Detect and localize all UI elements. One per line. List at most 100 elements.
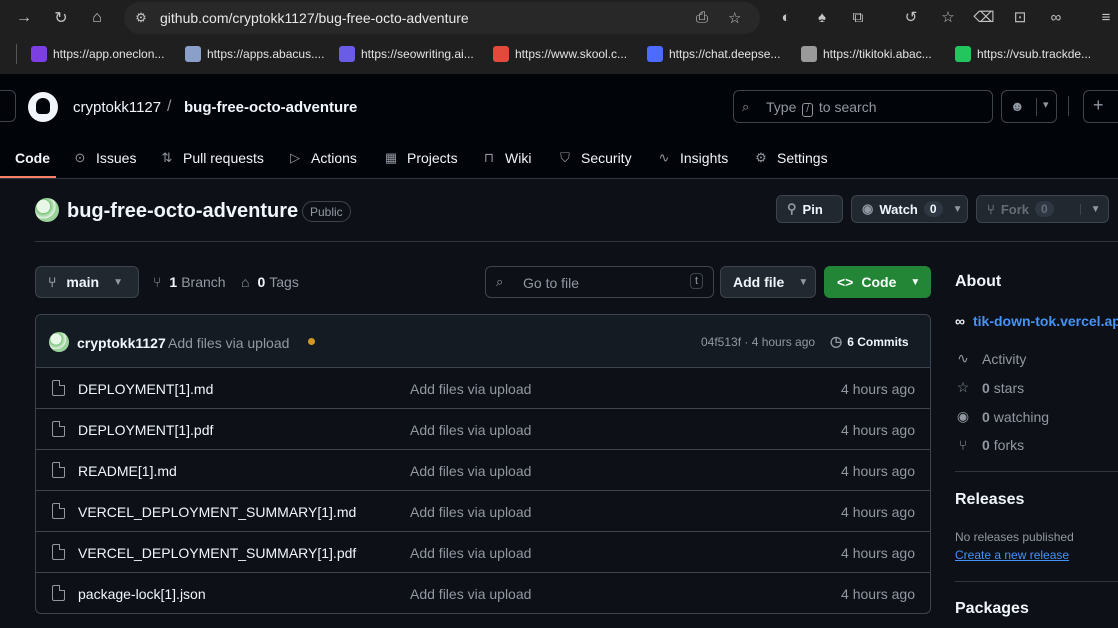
pin-button[interactable]: ⚲ Pin [776,195,843,223]
create-release-link[interactable]: Create a new release [955,548,1069,562]
forward-icon[interactable]: → [12,6,36,30]
hamburger-menu-button[interactable] [0,90,16,122]
latest-commit-bar: cryptokk1127 Add files via upload 04f513… [36,315,930,368]
add-file-button[interactable]: Add file ▼ [720,266,816,298]
install-app-icon[interactable]: ⎙ [696,9,708,26]
file-name[interactable]: VERCEL_DEPLOYMENT_SUMMARY[1].md [78,504,356,520]
status-dot-icon[interactable] [308,338,315,345]
repo-link[interactable]: bug-free-octo-adventure [184,99,357,116]
releases-heading[interactable]: Releases [955,491,1024,509]
bookmark-star-icon[interactable]: ☆ [728,9,741,27]
address-url[interactable]: github.com/cryptokk1127/bug-free-octo-ad… [160,10,469,26]
table-row[interactable]: package-lock[1].json Add files via uploa… [36,573,930,613]
table-row[interactable]: DEPLOYMENT[1].pdf Add files via upload 4… [36,409,930,450]
tab-actions[interactable]: ▷ Actions [287,147,357,169]
github-logo-icon[interactable] [28,92,58,122]
screenshot-icon[interactable]: ⊡ [1010,7,1030,27]
activity-link[interactable]: ∿ Activity [955,350,1026,367]
table-row[interactable]: VERCEL_DEPLOYMENT_SUMMARY[1].md Add file… [36,491,930,532]
avatar[interactable] [49,332,69,352]
copilot-button[interactable]: ☻ ▾ [1001,90,1057,123]
search-input[interactable]: ⌕ Type / to search [733,90,993,123]
file-commit-message[interactable]: Add files via upload [410,545,531,561]
bookmark-item[interactable]: https://apps.abacus.... [185,45,324,63]
watch-button[interactable]: ◉ Watch 0 ▼ [851,195,968,223]
file-commit-message[interactable]: Add files via upload [410,463,531,479]
browser-toolbar: → ↻ ⌂ ⚙ github.com/cryptokk1127/bug-free… [0,0,1118,36]
page-title[interactable]: bug-free-octo-adventure [67,200,298,223]
table-row[interactable]: DEPLOYMENT[1].md Add files via upload 4 … [36,368,930,409]
extension-fox-icon[interactable]: ♠ [812,7,832,27]
link-icon[interactable]: ∞ [1046,7,1066,27]
history-icon[interactable]: ↺ [901,7,921,27]
forks-link[interactable]: ⑂ 0 forks [955,437,1024,453]
file-name[interactable]: README[1].md [78,463,177,479]
chevron-down-icon: ▼ [798,276,809,288]
tab-code[interactable]: Code [0,147,50,169]
watching-link[interactable]: ◉ 0 watching [955,408,1049,425]
branch-select-button[interactable]: ⑂ main ▼ [35,266,139,298]
file-commit-message[interactable]: Add files via upload [410,381,531,397]
avatar[interactable] [35,198,59,222]
tab-issues[interactable]: ⊙ Issues [72,147,137,169]
site-info-icon[interactable]: ⚙ [132,9,150,27]
commit-author[interactable]: cryptokk1127 [77,335,166,351]
file-name[interactable]: VERCEL_DEPLOYMENT_SUMMARY[1].pdf [78,545,356,561]
search-placeholder: Type / to search [766,99,877,117]
bookmark-item[interactable]: https://vsub.trackde... [955,45,1091,63]
file-list: cryptokk1127 Add files via upload 04f513… [35,314,931,614]
tab-label: Insights [680,150,729,166]
file-name[interactable]: DEPLOYMENT[1].pdf [78,422,213,438]
trash-icon[interactable]: ⌫ [973,7,994,27]
watch-label: Watch [879,201,918,217]
tags-link[interactable]: ⌂ 0 Tags [241,274,299,290]
bookmark-item[interactable]: https://tikitoki.abac... [801,45,932,63]
bookmark-label: https://app.oneclon... [53,47,165,61]
commit-meta[interactable]: 04f513f · 4 hours ago [701,335,815,349]
github-header: cryptokk1127 / bug-free-octo-adventure ⌕… [0,74,1118,179]
homepage-link[interactable]: ∞ tik-down-tok.vercel.app [955,313,1118,329]
tab-wiki[interactable]: ⊓ Wiki [481,147,532,169]
tab-pull-requests[interactable]: ⇅ Pull requests [159,147,264,169]
tab-projects[interactable]: ▦ Projects [383,147,458,169]
watching-label: watching [993,408,1050,425]
create-new-button[interactable]: + [1083,90,1118,123]
commit-message[interactable]: Add files via upload [168,335,289,351]
forks-label: forks [993,437,1025,453]
address-bar[interactable]: ⚙ github.com/cryptokk1127/bug-free-octo-… [124,2,760,34]
chevron-down-icon[interactable]: ▼ [1079,203,1101,215]
favorites-icon[interactable]: ☆ [938,7,958,27]
homepage-url: tik-down-tok.vercel.app [972,313,1118,329]
branches-link[interactable]: ⑂ 1 Branch [153,274,226,290]
chevron-down-icon[interactable]: ▾ [1036,98,1049,116]
extensions-puzzle-icon[interactable]: ⧉ [848,7,868,27]
home-icon[interactable]: ⌂ [85,6,109,30]
tab-security[interactable]: ⛉ Security [557,147,631,169]
file-name[interactable]: package-lock[1].json [78,586,206,602]
tab-settings[interactable]: ⚙ Settings [753,147,827,169]
owner-link[interactable]: cryptokk1127 [73,99,161,116]
table-row[interactable]: README[1].md Add files via upload 4 hour… [36,450,930,491]
go-to-file-input[interactable]: ⌕ Go to file t [485,266,714,298]
bookmark-item[interactable]: https://chat.deepse... [647,45,780,63]
stars-link[interactable]: ☆ 0 stars [955,379,1024,396]
bookmark-item[interactable]: https://app.oneclon... [31,45,164,63]
file-commit-message[interactable]: Add files via upload [410,422,531,438]
bookmark-label: https://www.skool.c... [515,47,628,61]
table-row[interactable]: VERCEL_DEPLOYMENT_SUMMARY[1].pdf Add fil… [36,532,930,573]
file-name[interactable]: DEPLOYMENT[1].md [78,381,213,397]
bookmark-item[interactable]: https://www.skool.c... [493,45,627,63]
file-commit-message[interactable]: Add files via upload [410,504,531,520]
file-commit-message[interactable]: Add files via upload [410,586,531,602]
extension-moon-icon[interactable]: ◐ [776,7,796,27]
fork-button[interactable]: ⑂ Fork 0 ▼ [976,195,1109,223]
code-button[interactable]: <> Code ▼ [824,266,931,298]
tag-label: Tags [269,274,299,290]
bookmark-item[interactable]: https://seowriting.ai... [339,45,474,63]
tab-insights[interactable]: ∿ Insights [656,147,729,169]
reload-icon[interactable]: ↻ [49,6,73,30]
commits-link[interactable]: ◷ 6 Commits [830,333,909,350]
bookmark-favicon [339,46,355,62]
menu-icon[interactable]: ≡ [1096,7,1116,27]
packages-heading[interactable]: Packages [955,600,1029,618]
